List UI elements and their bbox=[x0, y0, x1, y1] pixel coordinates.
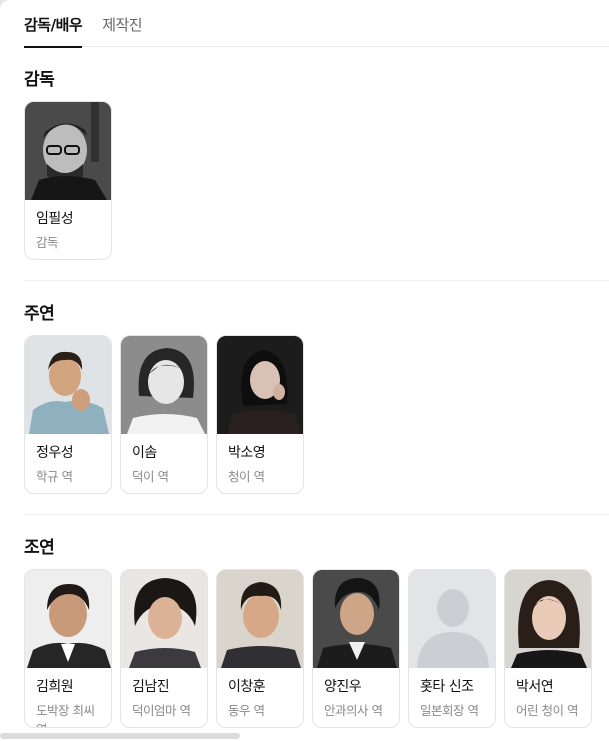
person-role: 안과의사 역 bbox=[324, 703, 383, 718]
person-card[interactable]: 김희원 도박장 최씨 역 bbox=[24, 569, 112, 728]
person-name: 홋타 신조 bbox=[420, 679, 474, 695]
person-card[interactable]: 정우성 학규 역 bbox=[24, 335, 112, 494]
person-card[interactable]: 박소영 청이 역 bbox=[216, 335, 304, 494]
person-card[interactable]: 이솜 덕이 역 bbox=[120, 335, 208, 494]
person-photo bbox=[25, 102, 111, 200]
person-role: 청이 역 bbox=[228, 469, 265, 484]
person-role: 동우 역 bbox=[228, 703, 265, 718]
tab-director-cast[interactable]: 감독/배우 bbox=[24, 0, 83, 48]
person-card[interactable]: 홋타 신조 일본회장 역 bbox=[408, 569, 496, 728]
person-name: 박서연 bbox=[516, 679, 554, 695]
person-card[interactable]: 김남진 덕이엄마 역 bbox=[120, 569, 208, 728]
person-name: 정우성 bbox=[36, 445, 74, 461]
window-corner bbox=[0, 0, 20, 20]
person-photo bbox=[121, 570, 207, 668]
person-photo bbox=[25, 336, 111, 434]
person-card[interactable]: 양진우 안과의사 역 bbox=[312, 569, 400, 728]
section-title-lead: 주연 bbox=[24, 304, 55, 324]
person-card[interactable]: 이창훈 동우 역 bbox=[216, 569, 304, 728]
section-divider bbox=[24, 514, 609, 515]
lead-section: 주연 정우성 학규 역 이솜 덕이 역 박소영 청이 역 bbox=[24, 299, 609, 494]
person-role: 덕이 역 bbox=[132, 469, 169, 484]
person-photo bbox=[121, 336, 207, 434]
placeholder-person-icon bbox=[409, 570, 495, 668]
supporting-card-list: 김희원 도박장 최씨 역 김남진 덕이엄마 역 bbox=[24, 569, 592, 728]
person-name: 이솜 bbox=[132, 445, 157, 461]
person-card[interactable]: 임필성 감독 bbox=[24, 101, 112, 260]
tab-production-staff[interactable]: 제작진 bbox=[102, 0, 142, 47]
person-role: 학규 역 bbox=[36, 469, 73, 484]
person-photo bbox=[505, 570, 591, 668]
section-title-director: 감독 bbox=[24, 70, 55, 90]
lead-card-list: 정우성 학규 역 이솜 덕이 역 박소영 청이 역 bbox=[24, 335, 304, 494]
director-card-list: 임필성 감독 bbox=[24, 101, 112, 260]
person-card[interactable]: 박서연 어린 청이 역 bbox=[504, 569, 592, 728]
person-role: 덕이엄마 역 bbox=[132, 703, 191, 718]
person-photo bbox=[313, 570, 399, 668]
person-name: 이창훈 bbox=[228, 679, 266, 695]
person-role: 감독 bbox=[36, 235, 59, 250]
person-name: 임필성 bbox=[36, 211, 74, 227]
person-name: 양진우 bbox=[324, 679, 362, 695]
person-photo bbox=[25, 570, 111, 668]
person-name: 김남진 bbox=[132, 679, 170, 695]
person-photo bbox=[217, 570, 303, 668]
person-role: 도박장 최씨 역 bbox=[36, 703, 95, 727]
supporting-section: 조연 김희원 도박장 최씨 역 bbox=[24, 533, 609, 728]
person-name: 김희원 bbox=[36, 679, 74, 695]
person-role: 어린 청이 역 bbox=[516, 703, 578, 718]
horizontal-scrollbar[interactable] bbox=[0, 733, 240, 739]
section-divider bbox=[24, 280, 609, 281]
person-photo bbox=[217, 336, 303, 434]
person-role: 일본회장 역 bbox=[420, 703, 479, 718]
director-section: 감독 임필성 감독 bbox=[24, 65, 609, 260]
tab-bar: 감독/배우 제작진 bbox=[24, 0, 609, 48]
person-name: 박소영 bbox=[228, 445, 266, 461]
section-title-supporting: 조연 bbox=[24, 538, 55, 558]
